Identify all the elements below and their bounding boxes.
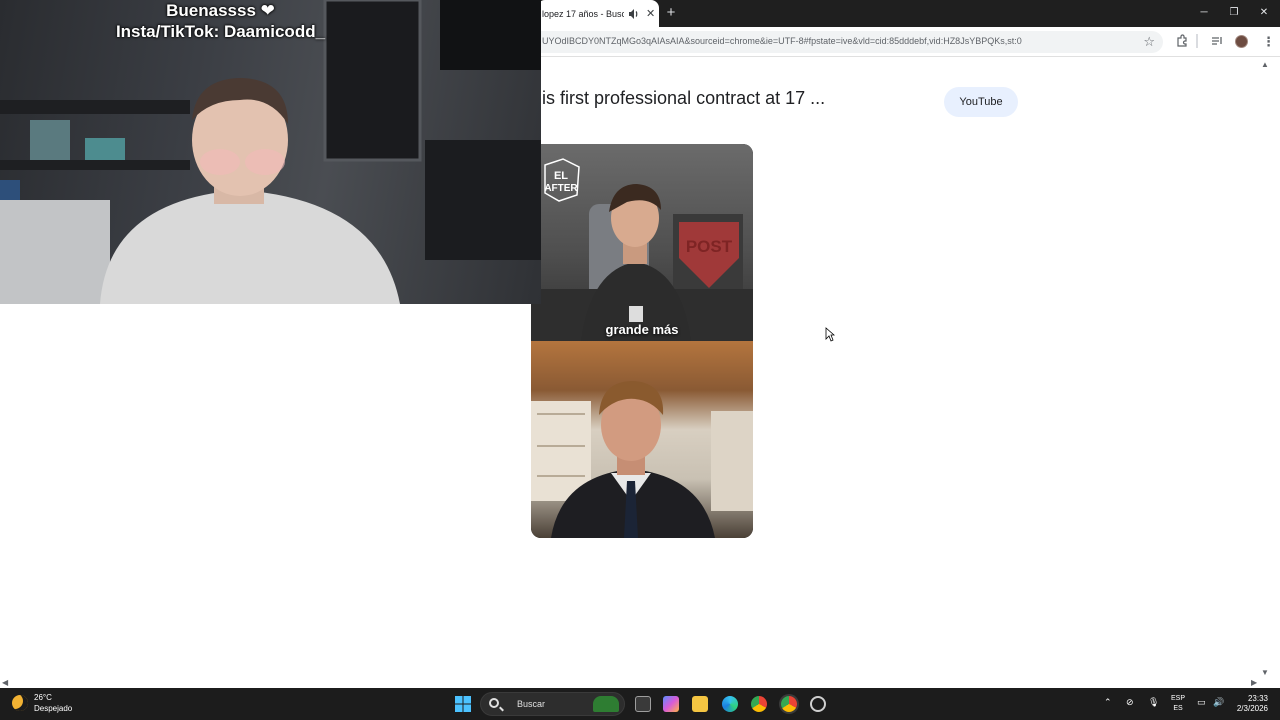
- microphone-icon[interactable]: 🎙: [1148, 697, 1159, 708]
- windows-start-icon[interactable]: [455, 696, 471, 712]
- speaker-icon[interactable]: [627, 7, 641, 21]
- volume-icon[interactable]: 🔊: [1213, 697, 1224, 708]
- video-bottom-panel: [531, 341, 753, 538]
- el-after-logo: EL AFTER: [543, 157, 581, 208]
- short-video-player[interactable]: EL AFTER POST grande más: [531, 144, 753, 538]
- search-icon: [489, 698, 499, 708]
- post-crest-logo: POST: [675, 216, 743, 296]
- address-bar[interactable]: UYOdIBCDY0NTZqMGo3qAIAsAIA&sourceid=chro…: [520, 31, 1163, 53]
- webcam-caption: Buenassss ❤ Insta/TikTok: Daamicodd_: [0, 0, 541, 42]
- taskbar-search-label: Buscar: [517, 699, 546, 709]
- logo-text-el: EL: [554, 170, 568, 182]
- browser-tab-active[interactable]: lopez 17 años - Buscar ✕: [537, 0, 659, 27]
- webcam-overlay: Buenassss ❤ Insta/TikTok: Daamicodd_: [0, 0, 541, 304]
- scroll-right-arrow-icon[interactable]: ▶: [1251, 678, 1257, 687]
- weather-widget[interactable]: 26°C Despejado: [12, 692, 72, 714]
- show-hidden-icons-icon[interactable]: ⌃: [1104, 697, 1112, 708]
- scroll-left-arrow-icon[interactable]: ◀: [2, 678, 8, 687]
- weather-temp: 26°C: [34, 693, 52, 702]
- display-icon[interactable]: ▭: [1197, 697, 1206, 708]
- new-tab-button[interactable]: +: [664, 5, 678, 21]
- page-blank-area: [0, 304, 531, 544]
- logo-text-after: AFTER: [544, 183, 578, 194]
- webcam-greeting: Buenassss ❤: [166, 1, 275, 20]
- scroll-up-arrow-icon[interactable]: ▲: [1261, 60, 1269, 69]
- chrome-icon[interactable]: [751, 696, 767, 712]
- crest-text: POST: [686, 237, 733, 256]
- copilot-icon[interactable]: [663, 696, 679, 712]
- minimize-icon[interactable]: ─: [1197, 6, 1211, 20]
- video-result-title[interactable]: his first professional contract at 17 ..…: [532, 88, 825, 109]
- media-control-icon[interactable]: [1210, 34, 1224, 48]
- close-window-icon[interactable]: ✕: [1257, 6, 1271, 20]
- system-clock[interactable]: 23:33 2/3/2026: [1232, 694, 1268, 714]
- desktop-screen: lopez 17 años - Buscar ✕ + ─ ❐ ✕ UYOdIBC…: [0, 0, 1280, 720]
- clock-date: 2/3/2026: [1236, 704, 1268, 713]
- task-view-icon[interactable]: [635, 696, 651, 712]
- file-explorer-icon[interactable]: [692, 696, 708, 712]
- lang-code: ESP: [1171, 695, 1186, 702]
- video-subtitle: grande más: [605, 322, 679, 337]
- youtube-source-chip[interactable]: YouTube: [944, 87, 1018, 117]
- bookmark-star-icon[interactable]: ☆: [1143, 34, 1155, 50]
- tab-close-icon[interactable]: ✕: [646, 7, 655, 20]
- search-highlight-icon: [593, 696, 619, 712]
- url-text[interactable]: UYOdIBCDY0NTZqMGo3qAIAsAIA&sourceid=chro…: [542, 36, 1022, 46]
- weather-desc: Despejado: [34, 704, 73, 713]
- extensions-icon[interactable]: [1175, 34, 1189, 48]
- profile-avatar[interactable]: [1235, 35, 1248, 48]
- taskbar-search-box[interactable]: Buscar: [480, 692, 625, 716]
- moon-icon: [12, 695, 28, 711]
- tab-title: lopez 17 años - Buscar: [542, 8, 624, 19]
- app-indicator-icon[interactable]: [810, 696, 826, 712]
- edge-browser-icon[interactable]: [722, 696, 738, 712]
- chrome-active-icon[interactable]: [781, 696, 797, 712]
- clock-time: 23:33: [1247, 694, 1268, 703]
- video-top-panel: EL AFTER POST grande más: [531, 144, 753, 341]
- toolbar-divider: [1196, 34, 1198, 48]
- video-man-illustration: [531, 381, 753, 538]
- restore-icon[interactable]: ❐: [1227, 6, 1241, 20]
- language-indicator[interactable]: ESP ES: [1171, 694, 1185, 714]
- scroll-down-arrow-icon[interactable]: ▼: [1261, 668, 1269, 677]
- webcam-scene-illustration: [0, 0, 541, 304]
- more-menu-icon[interactable]: ⋮: [1262, 34, 1275, 50]
- windows-taskbar: 26°C Despejado Buscar ⌃ ⊘ 🎙 ESP ES ▭ 🔊 2…: [0, 688, 1280, 720]
- mouse-cursor-icon: [825, 327, 836, 347]
- keyboard-code: ES: [1173, 705, 1183, 712]
- network-off-icon[interactable]: ⊘: [1126, 697, 1134, 708]
- webcam-social-handle: Insta/TikTok: Daamicodd_: [115, 22, 326, 41]
